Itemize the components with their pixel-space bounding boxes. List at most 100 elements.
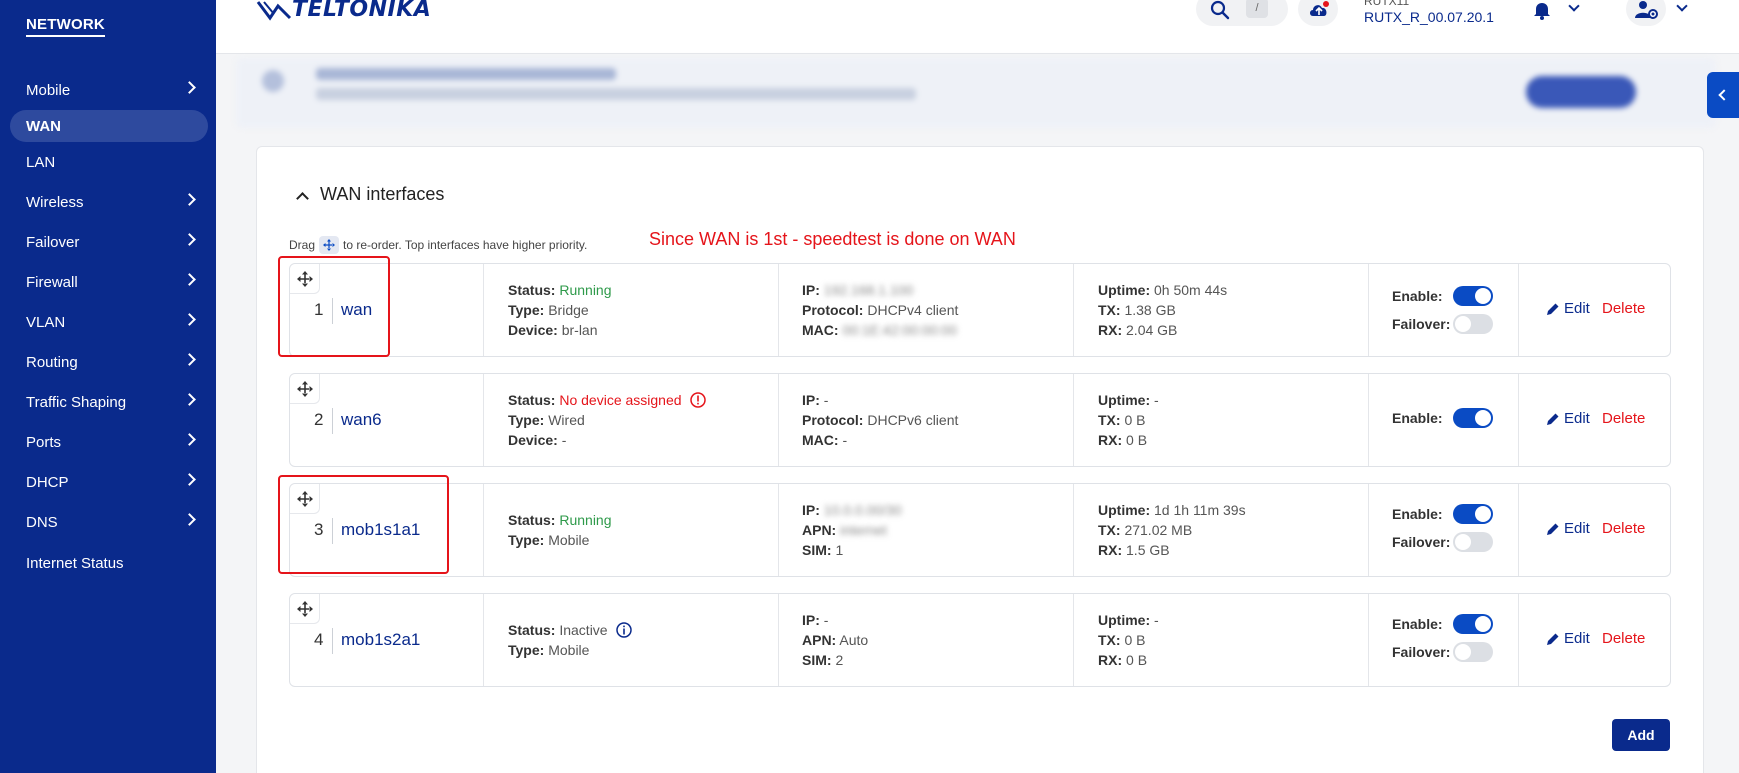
status-info: Status: No device assigned Type: Wired D… [508,390,706,450]
status-info: Status: Running Type: Bridge Device: br-… [508,280,612,340]
sidebar-item-failover[interactable]: Failover [10,226,208,258]
sidebar-item-wireless[interactable]: Wireless [10,186,208,218]
edit-button[interactable]: Edit [1546,300,1590,317]
delete-button[interactable]: Delete [1602,630,1645,647]
toggle-knob [1455,644,1471,660]
wan-interface-row: 1 wan Status: Running Type: Bridge Devic… [289,263,1671,357]
rx-label: RX: [1098,432,1123,448]
sidebar-item-dns[interactable]: DNS [10,506,208,538]
type-label: Type: [508,532,545,548]
enable-toggle[interactable] [1453,504,1493,524]
uptime-value: - [1154,392,1159,408]
enable-toggle[interactable] [1453,614,1493,634]
toggle-knob [1455,534,1471,550]
tx-label: TX: [1098,302,1121,318]
logo-text: TELTONIKA [292,0,432,22]
column-separator [1368,594,1369,686]
apn-value: internet [840,522,887,538]
rx-value: 0 B [1126,432,1148,448]
column-separator [1073,264,1074,356]
edit-button[interactable]: Edit [1546,410,1590,427]
banner-action-button[interactable] [1526,76,1636,108]
status-value: No device assigned [559,392,682,408]
sidebar-item-label: LAN [26,153,56,171]
sidebar-item-label: Traffic Shaping [26,393,127,411]
annotation-highlight-wan [278,256,390,357]
uptime-label: Uptime: [1098,612,1151,628]
protocol-value: DHCPv4 client [867,302,959,318]
user-settings-icon[interactable] [1634,0,1658,20]
status-label: Status: [508,622,556,638]
network-info: IP: - APN: Auto SIM: 2 [802,610,868,670]
delete-button[interactable]: Delete [1602,520,1645,537]
error-icon[interactable] [689,392,706,408]
sidebar-item-label: Wireless [26,193,84,211]
user-chevron-down-icon[interactable] [1676,0,1688,12]
enable-toggle[interactable] [1453,286,1493,306]
edit-label: Edit [1564,630,1590,647]
tx-value: 271.02 MB [1124,522,1193,538]
device-label: Device: [508,432,558,448]
sidebar-item-ports[interactable]: Ports [10,426,208,458]
device-value: - [561,432,567,448]
mac-label: MAC: [802,322,839,338]
sidebar-item-label: Ports [26,433,62,451]
hint-before: Drag [289,238,316,252]
delete-button[interactable]: Delete [1602,300,1645,317]
mac-value: - [842,432,848,448]
move-icon [296,600,313,617]
failover-toggle[interactable] [1453,532,1493,552]
sidebar-item-routing[interactable]: Routing [10,346,208,378]
notifications-chevron-down-icon[interactable] [1568,0,1580,12]
failover-toggle[interactable] [1453,642,1493,662]
delete-button[interactable]: Delete [1602,410,1645,427]
apn-value: Auto [839,632,869,648]
interface-name[interactable]: wan6 [341,410,382,430]
sidebar-item-firewall[interactable]: Firewall [10,266,208,298]
sidebar-item-traffic-shaping[interactable]: Traffic Shaping [10,386,208,418]
failover-label: Failover: [1392,644,1451,660]
sidebar-item-lan[interactable]: LAN [10,146,208,178]
sidebar-item-wan[interactable]: WAN [10,110,208,142]
bell-icon[interactable] [1532,0,1552,20]
sidebar-item-mobile[interactable]: Mobile [10,74,208,106]
interface-name[interactable]: mob1s2a1 [341,630,420,650]
column-separator [1073,374,1074,466]
sidebar-section-network[interactable]: NETWORK [26,16,105,37]
failover-toggle[interactable] [1453,314,1493,334]
chevron-right-icon [183,393,196,406]
banner-title-redacted [316,68,616,80]
sim-label: SIM: [802,542,832,558]
tx-label: TX: [1098,632,1121,648]
mac-label: MAC: [802,432,839,448]
firmware-version[interactable]: RUTX_R_00.07.20.1 [1364,9,1494,25]
sidebar-item-vlan[interactable]: VLAN [10,306,208,338]
type-label: Type: [508,642,545,658]
side-panel-toggle[interactable] [1707,72,1739,118]
enable-label: Enable: [1392,506,1443,522]
add-button[interactable]: Add [1612,719,1670,751]
section-title[interactable]: WAN interfaces [320,184,444,205]
cloud-upload-icon[interactable] [1308,0,1330,20]
column-separator [1368,374,1369,466]
edit-button[interactable]: Edit [1546,630,1590,647]
logo-mark-icon [256,1,292,21]
wan-interface-row: 2 wan6 Status: No device assigned Type: … [289,373,1671,467]
sidebar-item-dhcp[interactable]: DHCP [10,466,208,498]
teltonika-logo[interactable]: TELTONIKA [256,0,431,22]
sidebar-item-internet-status[interactable]: Internet Status [10,547,208,579]
search-icon[interactable] [1210,0,1230,20]
type-value: Wired [548,412,585,428]
status-value: Running [559,282,612,298]
toggle-knob [1475,616,1491,632]
enable-toggle[interactable] [1453,408,1493,428]
pencil-icon [1547,633,1559,645]
drag-handle[interactable] [290,594,320,624]
column-separator [1368,484,1369,576]
drag-handle[interactable] [290,374,320,404]
rx-value: 1.5 GB [1126,542,1170,558]
banner-text-redacted [316,88,916,100]
chevron-right-icon [183,233,196,246]
info-icon[interactable] [615,622,632,638]
edit-button[interactable]: Edit [1546,520,1590,537]
